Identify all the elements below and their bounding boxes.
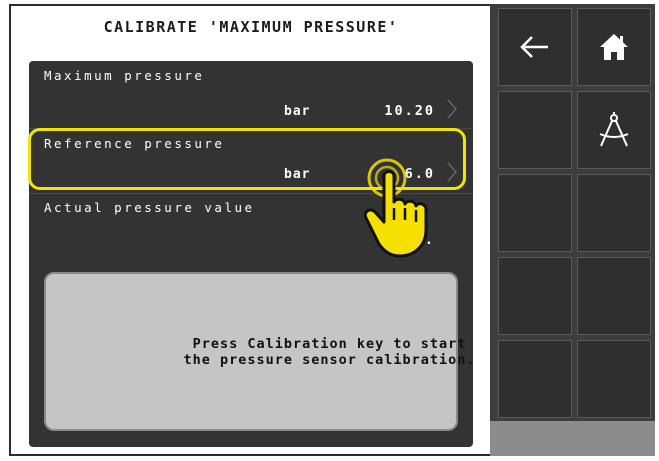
actual-pressure-label: Actual pressure value [44, 200, 255, 215]
arrow-left-icon [520, 36, 548, 58]
compass-icon [599, 112, 629, 147]
softkey-bottom-bar [490, 421, 655, 456]
maximum-pressure-unit: bar [284, 104, 311, 119]
home-button[interactable] [577, 8, 651, 86]
softkey-empty[interactable] [498, 91, 572, 169]
softkey-empty[interactable] [498, 257, 572, 335]
softkey-empty[interactable] [498, 174, 572, 252]
softkey-empty[interactable] [498, 340, 572, 418]
softkey-empty[interactable] [577, 257, 651, 335]
hand-pointer-icon [363, 158, 428, 258]
softkey-empty[interactable] [577, 340, 651, 418]
maximum-pressure-value[interactable]: 10.20 [384, 103, 435, 119]
softkey-empty[interactable] [577, 174, 651, 252]
calibrate-button[interactable] [577, 91, 651, 169]
back-button[interactable] [498, 8, 572, 86]
maximum-pressure-label: Maximum pressure [44, 68, 205, 83]
home-icon [600, 34, 628, 60]
page-title: CALIBRATE 'MAXIMUM PRESSURE' [103, 18, 399, 36]
chevron-right-icon[interactable] [446, 98, 458, 120]
